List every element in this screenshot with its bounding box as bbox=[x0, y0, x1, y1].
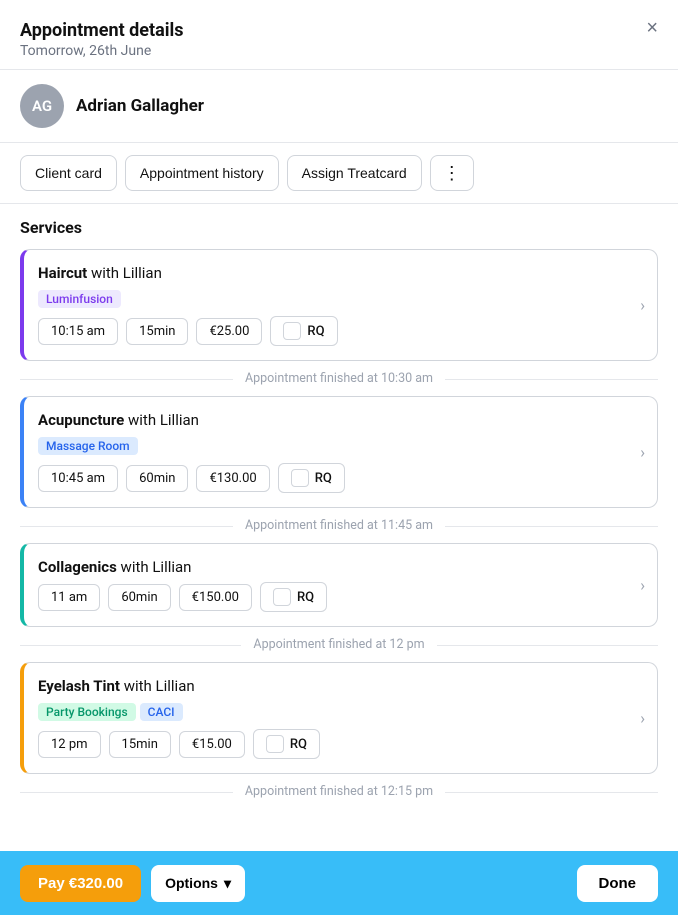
service-tag: Luminfusion bbox=[38, 290, 121, 308]
options-label: Options bbox=[165, 875, 218, 891]
service-duration: 60min bbox=[108, 584, 170, 611]
rq-checkbox[interactable] bbox=[266, 735, 284, 753]
appointment-finished-text: Appointment finished at 12 pm bbox=[241, 637, 436, 652]
service-price: €130.00 bbox=[196, 465, 269, 492]
appointment-history-button[interactable]: Appointment history bbox=[125, 155, 279, 191]
rq-label: RQ bbox=[297, 590, 314, 605]
service-title: Eyelash Tint with Lillian bbox=[38, 677, 643, 695]
service-tag: CACI bbox=[140, 703, 183, 721]
rq-checkbox[interactable] bbox=[273, 588, 291, 606]
appointment-finished-divider: Appointment finished at 11:45 am bbox=[20, 508, 658, 543]
more-button[interactable]: ⋮ bbox=[430, 155, 474, 191]
services-section: Services › Haircut with Lillian Luminfusio… bbox=[0, 204, 678, 809]
service-rq[interactable]: RQ bbox=[253, 729, 320, 759]
service-tag: Party Bookings bbox=[38, 703, 136, 721]
chevron-right-icon: › bbox=[640, 296, 645, 315]
service-title: Collagenics with Lillian bbox=[38, 558, 643, 576]
services-label: Services bbox=[20, 218, 658, 237]
options-button[interactable]: Options ▾ bbox=[151, 865, 245, 902]
service-title: Haircut with Lillian bbox=[38, 264, 643, 282]
appointment-finished-text: Appointment finished at 11:45 am bbox=[233, 518, 445, 533]
service-duration: 15min bbox=[126, 318, 188, 345]
done-button[interactable]: Done bbox=[577, 865, 659, 902]
rq-checkbox[interactable] bbox=[291, 469, 309, 487]
appointment-finished-divider: Appointment finished at 12 pm bbox=[20, 627, 658, 662]
service-rq[interactable]: RQ bbox=[260, 582, 327, 612]
chevron-down-icon: ▾ bbox=[224, 875, 231, 892]
rq-label: RQ bbox=[307, 324, 324, 339]
service-card[interactable]: › Haircut with Lillian Luminfusion 10:15 am… bbox=[20, 249, 658, 361]
avatar: AG bbox=[20, 84, 64, 128]
service-time: 10:15 am bbox=[38, 318, 118, 345]
client-name: Adrian Gallagher bbox=[76, 96, 204, 116]
service-time: 10:45 am bbox=[38, 465, 118, 492]
rq-checkbox[interactable] bbox=[283, 322, 301, 340]
chevron-right-icon: › bbox=[640, 576, 645, 595]
appointment-finished-divider: Appointment finished at 12:15 pm bbox=[20, 774, 658, 809]
service-duration: 15min bbox=[109, 731, 171, 758]
services-container: › Haircut with Lillian Luminfusion 10:15 am… bbox=[20, 249, 658, 809]
service-price: €25.00 bbox=[196, 318, 262, 345]
service-time: 11 am bbox=[38, 584, 100, 611]
service-card[interactable]: › Acupuncture with Lillian Massage Room 10:… bbox=[20, 396, 658, 508]
pay-button[interactable]: Pay €320.00 bbox=[20, 865, 141, 902]
service-title: Acupuncture with Lillian bbox=[38, 411, 643, 429]
service-rq[interactable]: RQ bbox=[270, 316, 337, 346]
service-details: 10:45 am 60min €130.00 RQ bbox=[38, 463, 643, 493]
rq-label: RQ bbox=[315, 471, 332, 486]
service-details: 12 pm 15min €15.00 RQ bbox=[38, 729, 643, 759]
service-details: 10:15 am 15min €25.00 RQ bbox=[38, 316, 643, 346]
service-tags: Massage Room bbox=[38, 435, 643, 463]
service-time: 12 pm bbox=[38, 731, 101, 758]
client-card-button[interactable]: Client card bbox=[20, 155, 117, 191]
service-rq[interactable]: RQ bbox=[278, 463, 345, 493]
appointment-finished-text: Appointment finished at 10:30 am bbox=[233, 371, 445, 386]
service-tags: Luminfusion bbox=[38, 288, 643, 316]
service-card[interactable]: ›Collagenics with Lillian 11 am 60min €150.… bbox=[20, 543, 658, 627]
modal-date: Tomorrow, 26th June bbox=[20, 43, 658, 59]
action-buttons: Client card Appointment history Assign T… bbox=[0, 143, 678, 204]
appointment-finished-text: Appointment finished at 12:15 pm bbox=[233, 784, 445, 799]
service-card[interactable]: › Eyelash Tint with Lillian Party Bookings… bbox=[20, 662, 658, 774]
service-tags: Party BookingsCACI bbox=[38, 701, 643, 729]
bottom-bar: Pay €320.00 Options ▾ Done bbox=[0, 851, 678, 915]
appointment-finished-divider: Appointment finished at 10:30 am bbox=[20, 361, 658, 396]
chevron-right-icon: › bbox=[640, 709, 645, 728]
service-details: 11 am 60min €150.00 RQ bbox=[38, 582, 643, 612]
client-section: AG Adrian Gallagher bbox=[0, 70, 678, 143]
service-price: €150.00 bbox=[179, 584, 252, 611]
service-tag: Massage Room bbox=[38, 437, 138, 455]
modal-header: Appointment details Tomorrow, 26th June … bbox=[0, 0, 678, 70]
chevron-right-icon: › bbox=[640, 443, 645, 462]
close-button[interactable]: × bbox=[646, 18, 658, 38]
service-duration: 60min bbox=[126, 465, 188, 492]
modal-title: Appointment details bbox=[20, 20, 658, 41]
rq-label: RQ bbox=[290, 737, 307, 752]
assign-treatcard-button[interactable]: Assign Treatcard bbox=[287, 155, 422, 191]
service-price: €15.00 bbox=[179, 731, 245, 758]
